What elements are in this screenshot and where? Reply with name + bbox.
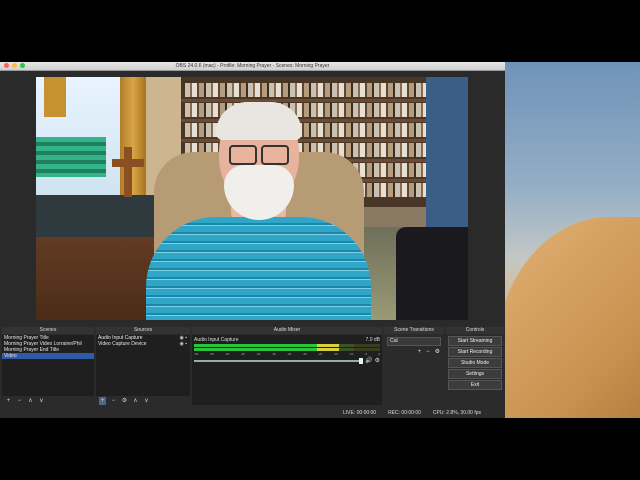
controls-title: Controls <box>446 327 504 334</box>
scene-item-selected[interactable]: Video <box>2 353 94 359</box>
scene-transitions-dock: Scene Transitions Cut + − ⚙ <box>384 327 444 405</box>
controls-buttons: Start Streaming Start Recording Studio M… <box>446 335 504 390</box>
scene-glasses-left <box>229 145 257 165</box>
scenes-toolbar: + − ∧ ∨ <box>2 396 94 405</box>
meter-scale-tick: -45 <box>240 352 245 356</box>
transition-value: Cut <box>390 338 398 344</box>
scenes-list: Morning Prayer Title Morning Prayer Vide… <box>2 335 94 396</box>
meter-scale-tick: -10 <box>349 352 354 356</box>
sources-title: Sources <box>96 327 190 334</box>
start-recording-button[interactable]: Start Recording <box>448 347 502 357</box>
scene-curtain-left <box>44 77 66 117</box>
controls-dock: Controls Start Streaming Start Recording… <box>446 327 504 405</box>
sources-dock: Sources Audio Input Capture ◉ ▪ Video Ca… <box>96 327 190 405</box>
title-bar[interactable]: OBS 24.0.6 (mac) - Profile: Morning Pray… <box>0 62 505 71</box>
fader-row: 🔊 ⚙ <box>194 358 380 364</box>
start-streaming-button[interactable]: Start Streaming <box>448 336 502 346</box>
speaker-icon[interactable]: 🔊 <box>365 358 372 364</box>
transitions-body: Cut + − ⚙ <box>384 335 444 405</box>
audio-mixer-dock: Audio Mixer Audio Input Capture 7.0 dB -… <box>192 327 382 405</box>
meter-scale-tick: -35 <box>271 352 276 356</box>
wallpaper-dune <box>505 217 640 418</box>
meter-scale-tick: -20 <box>318 352 323 356</box>
audio-mixer-body: Audio Input Capture 7.0 dB -60 -55 -50 -45-… <box>192 335 382 405</box>
scene-black-chair <box>396 227 468 320</box>
remove-source-icon[interactable]: − <box>110 397 117 405</box>
volume-slider-knob[interactable] <box>359 358 364 364</box>
meter-scale-tick: -50 <box>225 352 230 356</box>
gear-icon[interactable]: ⚙ <box>435 349 440 355</box>
channel-name: Audio Input Capture <box>194 337 239 343</box>
meter-scale-tick: -30 <box>287 352 292 356</box>
meter-scale: -60 -55 -50 -45 -40 -35 -30 -25 -20 -15 -10 -5 0 <box>194 352 380 356</box>
transitions-title: Scene Transitions <box>384 327 444 334</box>
scenes-dock: Scenes Morning Prayer Title Morning Pray… <box>2 327 94 405</box>
scene-shirt <box>146 217 371 320</box>
meter-scale-tick: -55 <box>209 352 214 356</box>
scene-desk-top <box>36 195 161 237</box>
preview-area <box>0 71 505 326</box>
scene-cross <box>124 147 132 197</box>
remove-transition-icon[interactable]: − <box>426 349 430 355</box>
transition-tools: + − ⚙ <box>418 349 440 355</box>
meter-scale-tick: 0 <box>378 352 380 356</box>
rec-time: REC: 00:00:00 <box>388 409 421 416</box>
audio-mixer-title: Audio Mixer <box>192 327 382 334</box>
source-label: Video Capture Device <box>98 341 147 347</box>
move-scene-down-icon[interactable]: ∨ <box>38 397 45 405</box>
source-item[interactable]: Video Capture Device ◉ ▪ <box>96 341 190 347</box>
sources-toolbar: + − ⚙ ∧ ∨ <box>96 396 190 405</box>
volume-slider[interactable] <box>194 358 364 364</box>
exit-button[interactable]: Exit <box>448 380 502 390</box>
window-title: OBS 24.0.6 (mac) - Profile: Morning Pray… <box>175 63 330 69</box>
mixer-channel: Audio Input Capture 7.0 dB -60 -55 -50 -45-… <box>194 337 380 364</box>
add-transition-icon[interactable]: + <box>418 349 422 355</box>
obs-window: OBS 24.0.6 (mac) - Profile: Morning Pray… <box>0 62 505 418</box>
live-time: LIVE: 00:00:00 <box>343 409 377 416</box>
meter-scale-tick: -40 <box>256 352 261 356</box>
cpu-status: CPU: 2.8%, 30.00 fps <box>432 409 481 416</box>
move-scene-up-icon[interactable]: ∧ <box>27 397 34 405</box>
gear-icon[interactable]: ⚙ <box>121 397 128 405</box>
add-source-icon[interactable]: + <box>99 396 106 405</box>
sources-list: Audio Input Capture ◉ ▪ Video Capture De… <box>96 335 190 396</box>
channel-level: 7.0 dB <box>365 337 380 343</box>
meter-scale-tick: -25 <box>302 352 307 356</box>
dock-area: Scenes Morning Prayer Title Morning Pray… <box>0 327 505 407</box>
status-bar: LIVE: 00:00:00 REC: 00:00:00 CPU: 2.8%, … <box>0 407 505 418</box>
scene-hair <box>216 102 302 140</box>
scene-letter-tray <box>36 137 106 177</box>
scenes-title: Scenes <box>2 327 94 334</box>
move-source-down-icon[interactable]: ∨ <box>143 397 150 405</box>
visibility-lock-icons[interactable]: ◉ ▪ <box>179 341 187 347</box>
move-source-up-icon[interactable]: ∧ <box>132 397 139 405</box>
desktop-wallpaper <box>505 62 640 418</box>
meter-scale-tick: -60 <box>194 352 199 356</box>
studio-mode-button[interactable]: Studio Mode <box>448 358 502 368</box>
scene-cross-bar <box>112 159 144 167</box>
transition-select[interactable]: Cut <box>387 337 441 346</box>
add-scene-icon[interactable]: + <box>5 397 12 405</box>
remove-scene-icon[interactable]: − <box>16 397 23 405</box>
settings-button[interactable]: Settings <box>448 369 502 379</box>
volume-meter <box>194 344 380 347</box>
gear-icon[interactable]: ⚙ <box>375 358 380 364</box>
meter-scale-tick: -5 <box>364 352 368 356</box>
meter-scale-tick: -15 <box>333 352 338 356</box>
volume-meter-2 <box>194 348 380 351</box>
scene-glasses-right <box>261 145 289 165</box>
video-preview[interactable] <box>36 77 468 320</box>
